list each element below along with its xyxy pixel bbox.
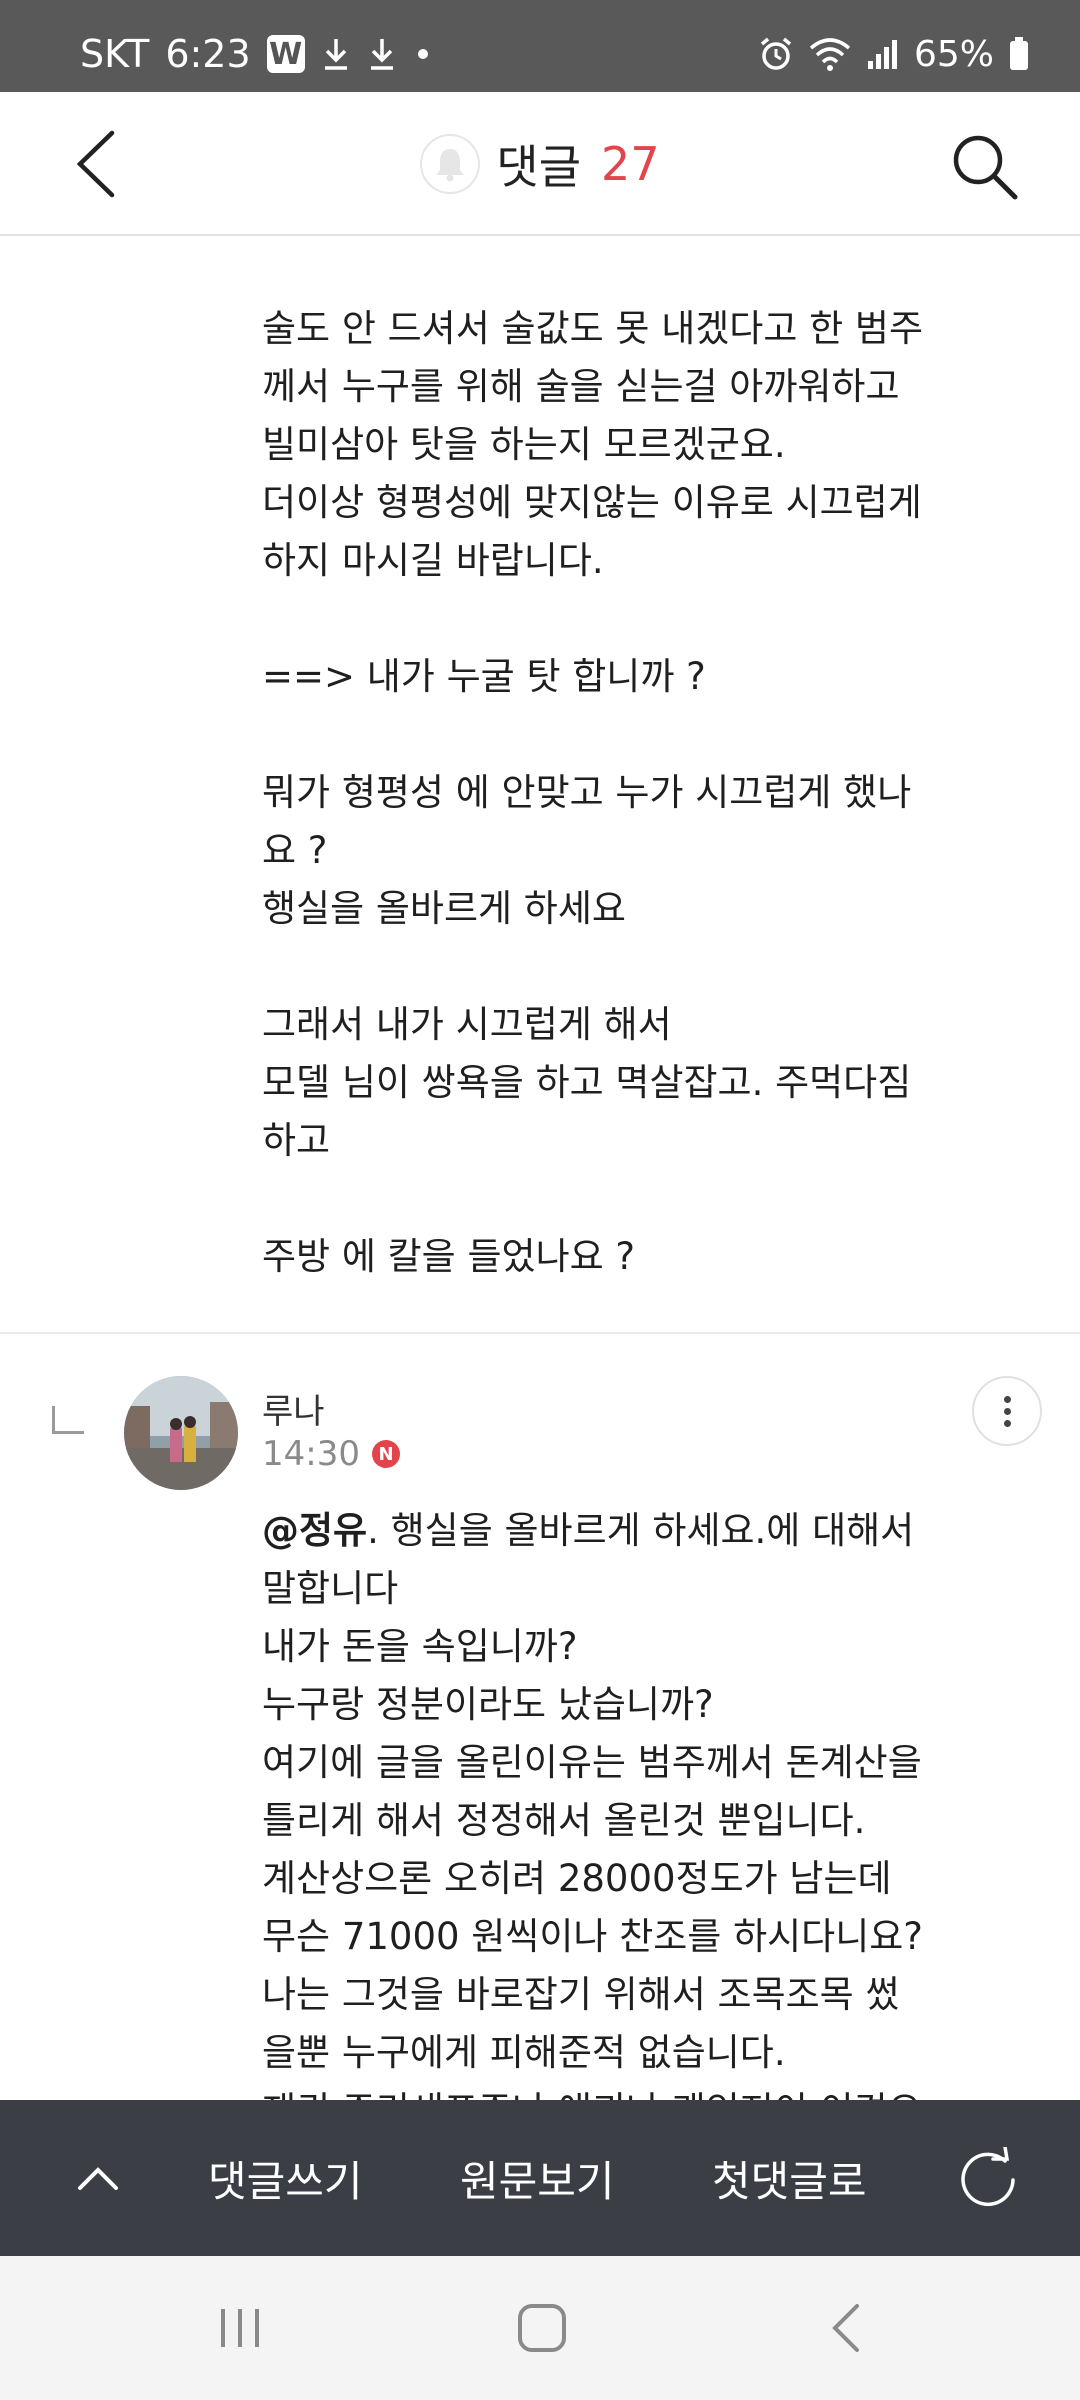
battery-percent: 65%	[913, 33, 994, 75]
avatar-photo	[124, 1376, 238, 1490]
comment-count: 27	[601, 137, 660, 191]
status-bar: SKT 6:23 W 65%	[0, 0, 1080, 92]
more-vertical-icon-dot	[1003, 1407, 1011, 1415]
first-comment-button[interactable]: 첫댓글로	[712, 2100, 867, 2256]
more-vertical-icon	[1003, 1395, 1011, 1403]
carrier-label: SKT	[80, 32, 150, 76]
comments-header: 댓글 27	[0, 92, 1080, 236]
comment-author[interactable]: 루나	[262, 1384, 325, 1433]
home-icon	[518, 2304, 566, 2352]
system-back-button[interactable]	[806, 2288, 886, 2368]
notification-bell-button[interactable]	[420, 134, 481, 194]
search-icon	[953, 135, 1018, 200]
wifi-icon	[808, 36, 852, 72]
mention-link[interactable]: @정유	[262, 1509, 367, 1552]
more-options-button[interactable]	[972, 1376, 1042, 1446]
reply-indicator-icon	[52, 1406, 84, 1434]
comment-list[interactable]: 술도 안 드셔서 술값도 못 내겠다고 한 범주 께서 누구를 위해 술을 싣는…	[0, 238, 1080, 2100]
signal-icon	[866, 37, 900, 71]
comment-meta: 14:30 N	[262, 1434, 400, 1474]
chevron-up-icon	[78, 2167, 118, 2190]
download-icon	[321, 37, 351, 71]
comment-text: 술도 안 드셔서 술값도 못 내겠다고 한 범주 께서 누구를 위해 술을 싣는…	[262, 307, 924, 1278]
bell-icon	[436, 149, 465, 182]
write-comment-button[interactable]: 댓글쓰기	[208, 2100, 363, 2256]
refresh-button[interactable]	[950, 2140, 1026, 2216]
bottom-toolbar: 댓글쓰기 원문보기 첫댓글로	[0, 2100, 1080, 2256]
scroll-up-button[interactable]	[60, 2140, 136, 2216]
app-notification-icon: W	[266, 35, 305, 73]
notification-dot-icon	[413, 44, 433, 64]
recents-icon	[221, 2309, 259, 2347]
download-icon	[367, 37, 397, 71]
back-icon	[832, 2304, 859, 2352]
avatar[interactable]	[124, 1376, 238, 1490]
comment-time: 14:30	[262, 1434, 360, 1474]
reply-comment-text: @정유. 행실을 올바르게 하세요.에 대해서 말합니다 내가 돈을 속입니까?…	[262, 1502, 1002, 2100]
recent-apps-button[interactable]	[200, 2288, 280, 2368]
refresh-icon	[961, 2147, 1015, 2207]
reply-body: . 행실을 올바르게 하세요.에 대해서 말합니다 내가 돈을 속입니까? 누구…	[262, 1509, 923, 2100]
more-vertical-icon-dot	[1003, 1419, 1011, 1427]
comment-divider	[0, 1332, 1080, 1334]
battery-icon	[1008, 36, 1030, 72]
page-title: 댓글	[496, 140, 582, 194]
view-original-button[interactable]: 원문보기	[460, 2100, 615, 2256]
clock: 6:23	[165, 32, 251, 76]
alarm-icon	[758, 36, 794, 72]
header-title-group: 댓글 27	[0, 92, 1080, 236]
new-badge: N	[371, 1440, 400, 1468]
system-nav-bar	[0, 2256, 1080, 2400]
search-button[interactable]	[944, 126, 1024, 206]
home-button[interactable]	[502, 2288, 582, 2368]
